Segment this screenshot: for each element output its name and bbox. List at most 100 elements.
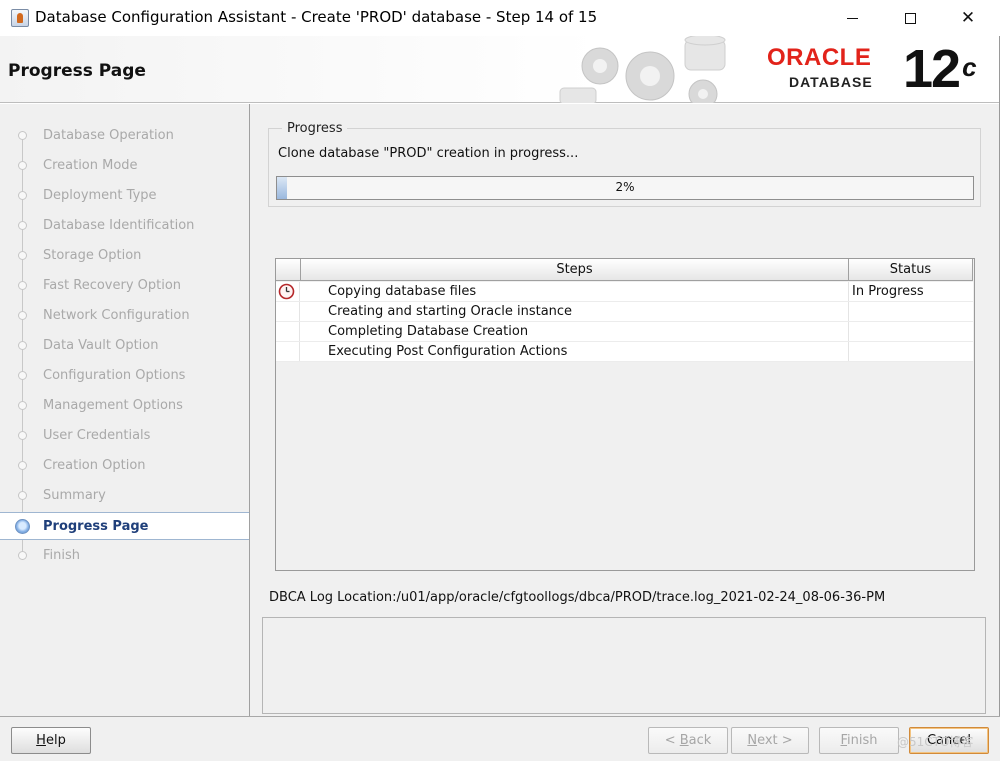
version-number: 12 xyxy=(903,39,961,99)
sidebar-step-label: Progress Page xyxy=(43,519,149,534)
minimize-icon xyxy=(846,17,858,19)
sidebar-step-label: Summary xyxy=(43,488,106,503)
step-dot-icon xyxy=(18,281,27,290)
window-title: Database Configuration Assistant - Creat… xyxy=(35,8,598,26)
sidebar-step-label: Fast Recovery Option xyxy=(43,278,182,293)
sidebar-step-summary[interactable]: Summary xyxy=(0,482,249,510)
back-button[interactable]: < Back xyxy=(648,727,728,754)
back-arrow: < xyxy=(664,733,680,748)
sidebar-step-label: Creation Mode xyxy=(43,158,138,173)
table-cell-status xyxy=(848,342,973,361)
oracle-brand: ORACLE xyxy=(767,44,872,71)
help-button[interactable]: Help xyxy=(11,727,91,754)
step-dot-icon xyxy=(18,161,27,170)
cancel-button[interactable]: Cancel xyxy=(909,727,989,754)
clock-icon xyxy=(278,283,295,300)
table-row[interactable]: Creating and starting Oracle instance xyxy=(276,302,973,322)
sidebar-step-label: Database Operation xyxy=(43,128,174,143)
progress-group-title: Progress xyxy=(282,121,348,136)
table-cell-status: In Progress xyxy=(848,282,973,301)
table-header-icon xyxy=(276,259,301,281)
oracle-product: DATABASE xyxy=(789,74,873,90)
table-row[interactable]: Copying database files In Progress xyxy=(276,282,973,302)
window-border xyxy=(999,36,1000,752)
step-dot-icon xyxy=(18,131,27,140)
sidebar-step-deployment-type[interactable]: Deployment Type xyxy=(0,182,249,210)
step-dot-icon xyxy=(18,191,27,200)
step-dot-icon xyxy=(18,371,27,380)
sidebar-step-creation-option[interactable]: Creation Option xyxy=(0,452,249,480)
sidebar-step-label: Data Vault Option xyxy=(43,338,159,353)
page-header: Progress Page ORACLE DATABASE 12 c xyxy=(0,36,1000,103)
sidebar-step-data-vault-option[interactable]: Data Vault Option xyxy=(0,332,249,360)
sidebar-step-finish[interactable]: Finish xyxy=(0,542,249,570)
sidebar-step-label: Storage Option xyxy=(43,248,142,263)
step-dot-icon xyxy=(18,431,27,440)
sidebar-step-user-credentials[interactable]: User Credentials xyxy=(0,422,249,450)
back-mnemonic: B xyxy=(679,733,689,748)
table-header-steps: Steps xyxy=(301,259,849,281)
sidebar-step-progress-page[interactable]: Progress Page xyxy=(0,512,249,540)
next-button[interactable]: Next > xyxy=(731,727,809,754)
sidebar-step-management-options[interactable]: Management Options xyxy=(0,392,249,420)
close-button[interactable]: ✕ xyxy=(945,0,991,36)
table-cell-icon xyxy=(276,282,300,301)
oracle-version: 12 c xyxy=(903,39,977,99)
table-header-status: Status xyxy=(849,259,973,281)
step-dot-icon xyxy=(18,251,27,260)
table-cell-step: Creating and starting Oracle instance xyxy=(328,304,573,319)
step-dot-icon xyxy=(18,551,27,560)
table-row[interactable]: Executing Post Configuration Actions xyxy=(276,342,973,362)
steps-sidebar: Database Operation Creation Mode Deploymen… xyxy=(0,104,250,716)
sidebar-step-label: Configuration Options xyxy=(43,368,186,383)
table-cell-icon xyxy=(276,322,300,341)
log-output-area[interactable] xyxy=(262,617,986,714)
oracle-logo: ORACLE DATABASE xyxy=(767,44,873,91)
help-label: elp xyxy=(45,733,66,748)
sidebar-step-database-identification[interactable]: Database Identification xyxy=(0,212,249,240)
sidebar-step-label: Finish xyxy=(43,548,81,563)
table-cell-status xyxy=(848,302,973,321)
next-label: ext > xyxy=(757,733,793,748)
finish-label: inish xyxy=(847,733,878,748)
maximize-button[interactable] xyxy=(887,0,933,36)
sidebar-step-database-operation[interactable]: Database Operation xyxy=(0,122,249,150)
sidebar-step-network-configuration[interactable]: Network Configuration xyxy=(0,302,249,330)
page-title: Progress Page xyxy=(8,61,146,81)
next-mnemonic: N xyxy=(747,733,758,748)
step-dot-icon xyxy=(18,341,27,350)
log-location: DBCA Log Location:/u01/app/oracle/cfgtoo… xyxy=(269,590,886,605)
help-mnemonic: H xyxy=(36,733,46,748)
sidebar-step-configuration-options[interactable]: Configuration Options xyxy=(0,362,249,390)
table-cell-step: Completing Database Creation xyxy=(328,324,529,339)
progress-bar: 2% xyxy=(276,176,974,200)
java-app-icon xyxy=(11,9,29,27)
step-dot-icon xyxy=(18,221,27,230)
sidebar-step-label: User Credentials xyxy=(43,428,151,443)
table-row[interactable]: Completing Database Creation xyxy=(276,322,973,342)
sidebar-step-label: Creation Option xyxy=(43,458,146,473)
sidebar-step-label: Database Identification xyxy=(43,218,195,233)
finish-button[interactable]: Finish xyxy=(819,727,899,754)
table-cell-step: Copying database files xyxy=(328,284,477,299)
table-cell-status xyxy=(848,322,973,341)
window-edge xyxy=(1000,36,1004,761)
step-dot-icon xyxy=(18,491,27,500)
sidebar-step-label: Management Options xyxy=(43,398,183,413)
sidebar-step-storage-option[interactable]: Storage Option xyxy=(0,242,249,270)
table-cell-icon xyxy=(276,302,300,321)
close-icon: ✕ xyxy=(960,8,976,28)
sidebar-step-fast-recovery-option[interactable]: Fast Recovery Option xyxy=(0,272,249,300)
sidebar-step-label: Network Configuration xyxy=(43,308,190,323)
step-dot-icon xyxy=(18,311,27,320)
version-suffix: c xyxy=(962,52,977,82)
maximize-icon xyxy=(904,12,916,24)
title-bar: Database Configuration Assistant - Creat… xyxy=(0,0,1004,36)
gears-decoration-icon xyxy=(559,36,726,103)
table-cell-icon xyxy=(276,342,300,361)
progress-percent: 2% xyxy=(615,180,635,194)
minimize-button[interactable] xyxy=(829,0,875,36)
table-cell-step: Executing Post Configuration Actions xyxy=(328,344,568,359)
sidebar-step-creation-mode[interactable]: Creation Mode xyxy=(0,152,249,180)
back-label: ack xyxy=(688,733,712,748)
